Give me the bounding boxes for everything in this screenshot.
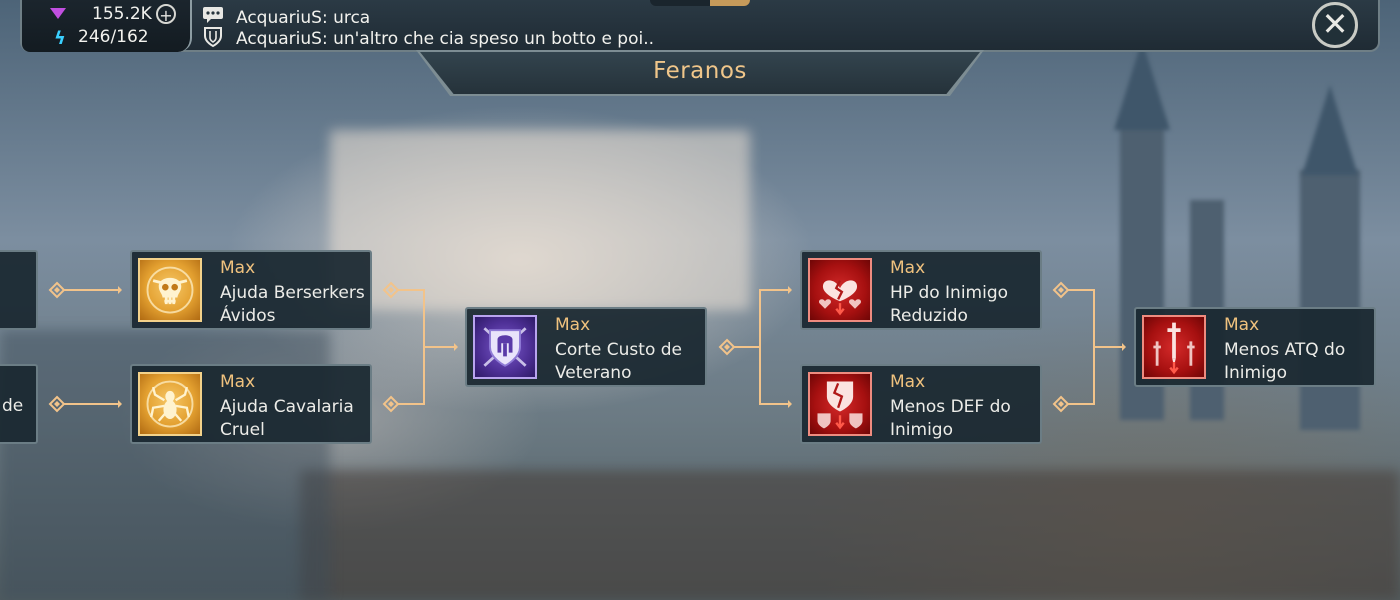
skill-level: Max [890,258,926,278]
skill-level: Max [220,258,256,278]
skill-level: Max [220,372,256,392]
partial-skill-node-bottom[interactable]: de [0,364,38,444]
skill-level: Max [890,372,926,392]
skill-name: Ajuda Berserkers Ávidos [220,283,365,326]
broken-heart-icon [808,258,872,322]
skill-name: Corte Custo de Veterano [555,340,683,383]
swords-icon [1142,315,1206,379]
skull-icon [138,258,202,322]
skill-name: Menos DEF do Inimigo [890,397,1011,440]
partial-skill-node-top[interactable] [0,250,38,330]
spider-icon [138,372,202,436]
skill-node-hp[interactable]: Max HP do Inimigo Reduzido [800,250,1042,330]
skill-level: Max [1224,315,1260,335]
skill-name: HP do Inimigo Reduzido [890,283,1009,326]
skill-name: de [2,396,24,416]
skill-node-berserkers[interactable]: Max Ajuda Berserkers Ávidos [130,250,372,330]
skill-node-def[interactable]: Max Menos DEF do Inimigo [800,364,1042,444]
skill-name: Ajuda Cavalaria Cruel [220,397,354,440]
helmet-shield-icon [473,315,537,379]
skill-node-atq[interactable]: Max Menos ATQ do Inimigo [1134,307,1376,387]
skill-level: Max [555,315,591,335]
skill-name: Menos ATQ do Inimigo [1224,340,1346,383]
skill-node-cavalaria[interactable]: Max Ajuda Cavalaria Cruel [130,364,372,444]
skill-node-veterano[interactable]: Max Corte Custo de Veterano [465,307,707,387]
broken-shield-icon [808,372,872,436]
